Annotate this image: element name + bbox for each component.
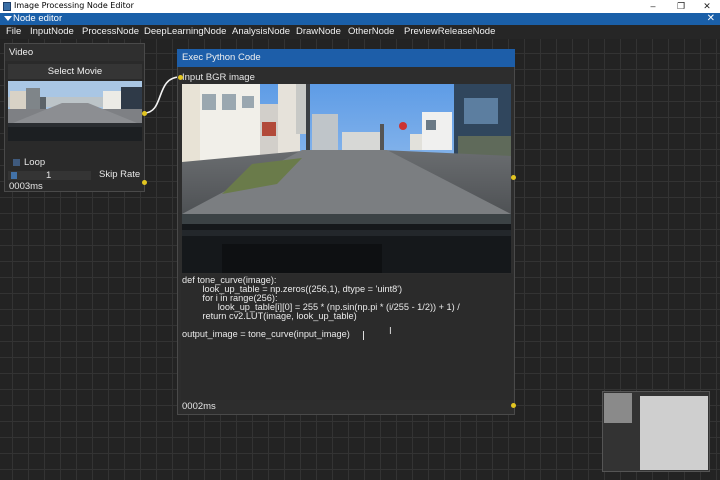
exec-node-title[interactable]: Exec Python Code xyxy=(177,49,515,67)
video-node[interactable]: Video Select Movie Loop 1 Skip Rate 0003… xyxy=(4,43,145,192)
skip-rate-row: 1 Skip Rate xyxy=(8,170,143,181)
input-image-label: Input BGR image xyxy=(182,72,255,83)
menu-file[interactable]: File xyxy=(6,26,21,38)
menu-other-node[interactable]: OtherNode xyxy=(348,26,394,38)
close-icon[interactable]: ✕ xyxy=(707,13,715,25)
skip-rate-label: Skip Rate xyxy=(99,169,141,180)
code-line: output_image = tone_curve(input_image) xyxy=(182,329,350,339)
loop-label: Loop xyxy=(24,157,46,168)
app-icon xyxy=(3,2,11,11)
node-editor-title: Node editor xyxy=(13,13,63,24)
select-movie-button[interactable]: Select Movie xyxy=(8,64,142,79)
exec-python-node[interactable]: Exec Python Code Input BGR image def ton… xyxy=(177,49,515,415)
menu-bar: File InputNode ProcessNode DeepLearningN… xyxy=(0,25,720,39)
menu-input-node[interactable]: InputNode xyxy=(30,26,74,38)
python-code-editor[interactable]: def tone_curve(image): look_up_table = n… xyxy=(181,274,513,400)
exec-input-pin[interactable] xyxy=(178,75,183,80)
node-canvas[interactable]: Video Select Movie Loop 1 Skip Rate 0003… xyxy=(0,39,720,480)
video-thumbnail xyxy=(8,81,142,141)
slider-knob[interactable] xyxy=(11,172,17,179)
exec-time-pin[interactable] xyxy=(511,403,516,408)
window-title-bar: Image Processing Node Editor – ❐ ✕ xyxy=(0,0,720,13)
menu-analysis-node[interactable]: AnalysisNode xyxy=(232,26,290,38)
exec-output-pin[interactable] xyxy=(511,175,516,180)
menu-deep-learning-node[interactable]: DeepLearningNode xyxy=(144,26,226,38)
checkbox-icon[interactable] xyxy=(13,159,20,166)
window-title: Image Processing Node Editor xyxy=(14,1,134,10)
skip-rate-slider[interactable]: 1 xyxy=(8,171,91,180)
node-editor-header: Node editor ✕ xyxy=(0,13,720,25)
output-preview-image xyxy=(182,84,511,273)
ibeam-cursor-icon: I xyxy=(389,326,392,337)
video-time-pin[interactable] xyxy=(142,180,147,185)
video-node-title[interactable]: Video xyxy=(5,44,144,61)
minimap[interactable] xyxy=(602,391,710,472)
minimap-video-node xyxy=(604,393,632,423)
menu-preview-release-node[interactable]: PreviewReleaseNode xyxy=(404,26,495,38)
minimap-exec-node xyxy=(640,396,708,470)
collapse-triangle-icon[interactable] xyxy=(4,16,12,21)
code-line: return cv2.LUT(image, look_up_table) xyxy=(182,311,357,321)
skip-rate-value: 1 xyxy=(46,170,52,181)
video-elapsed-time: 0003ms xyxy=(9,181,43,192)
text-cursor xyxy=(363,331,364,340)
exec-elapsed-time: 0002ms xyxy=(182,401,216,412)
menu-draw-node[interactable]: DrawNode xyxy=(296,26,341,38)
menu-process-node[interactable]: ProcessNode xyxy=(82,26,139,38)
maximize-button[interactable]: ❐ xyxy=(668,0,694,13)
video-output-pin[interactable] xyxy=(142,111,147,116)
close-window-button[interactable]: ✕ xyxy=(694,0,720,13)
minimize-button[interactable]: – xyxy=(640,0,666,13)
